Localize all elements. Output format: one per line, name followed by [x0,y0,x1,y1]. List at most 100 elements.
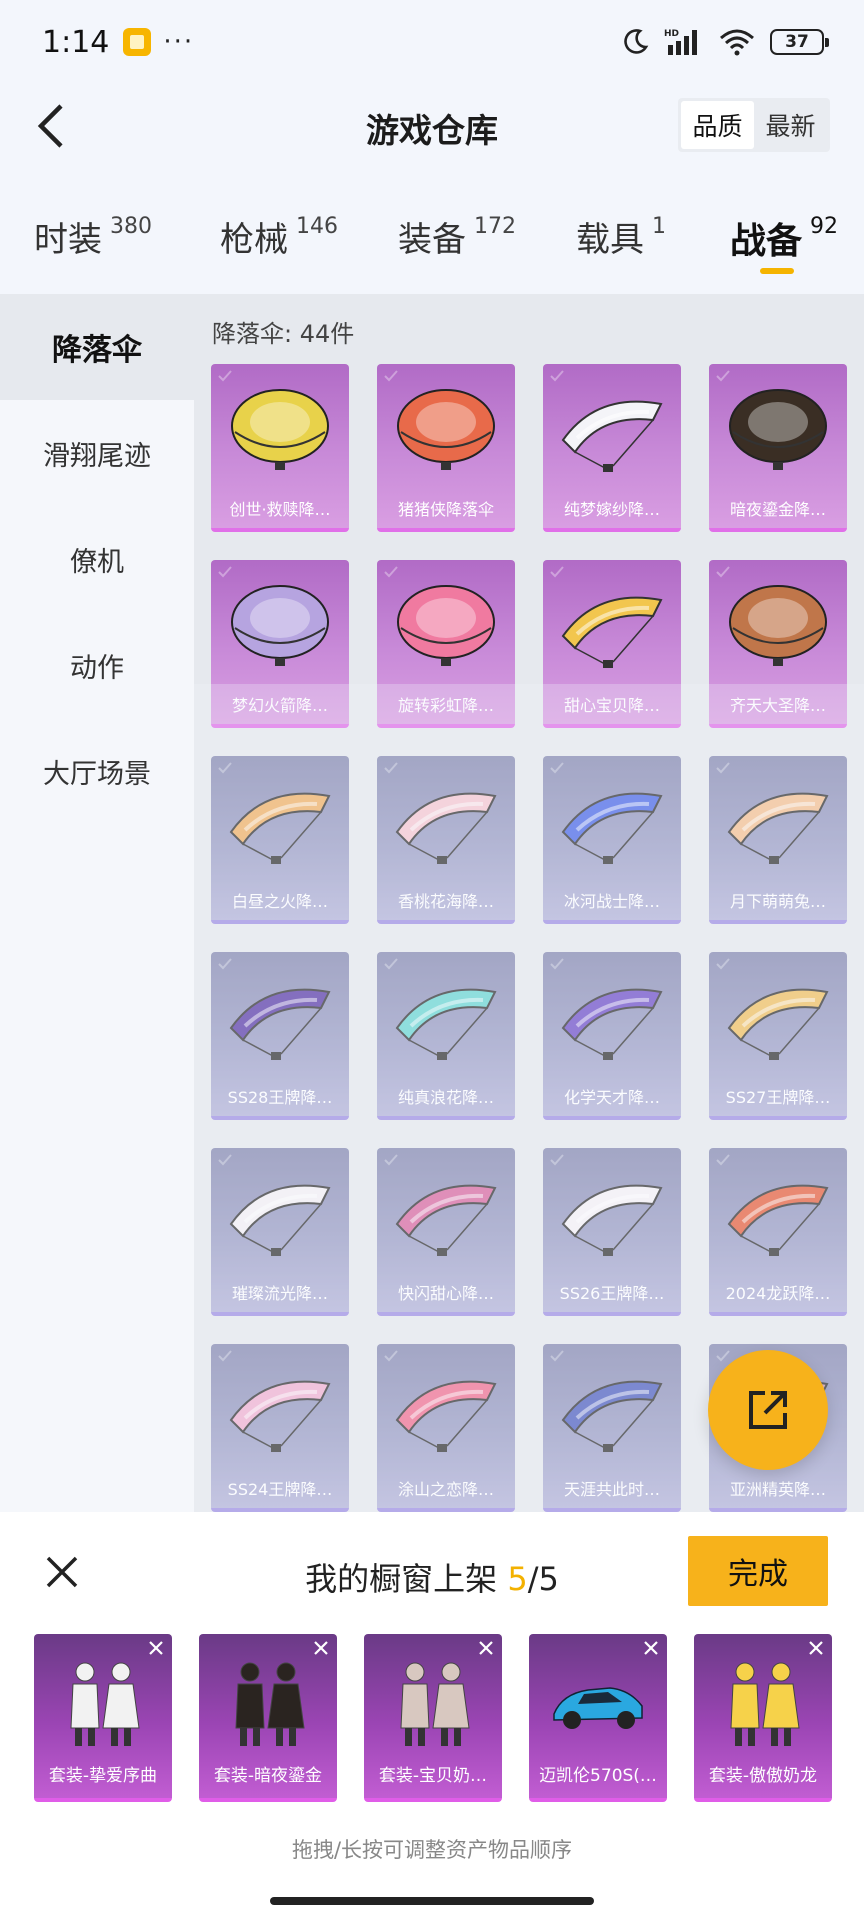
parachute-card[interactable]: 旋转彩虹降… [377,560,515,728]
tab-label: 时装 [34,220,102,260]
parachute-card[interactable]: SS26王牌降… [543,1148,681,1316]
tab-guns[interactable]: 枪械 146 [220,212,338,261]
parachute-name: 甜心宝贝降… [563,696,660,715]
parachute-name: 纯真浪花降… [397,1088,494,1107]
showcase-sheet: 我的橱窗上架 5/5 完成 套装-挚爱序曲 套装-暗夜鎏金 套装-宝贝奶… 迈凯伦57… [0,1512,864,1920]
parachute-name: SS28王牌降… [227,1088,333,1107]
parachute-icon [229,988,331,1060]
outfit-couple-white-icon [70,1662,140,1746]
moon-icon [624,29,649,54]
showcase-item-name: 套装-挚爱序曲 [48,1766,158,1786]
parachute-icon [397,389,495,470]
parachute-name: 香桃花海降… [397,892,494,911]
parachute-card[interactable]: 天涯共此时… [543,1344,681,1512]
home-indicator[interactable] [270,1897,594,1905]
tab-count: 146 [296,214,338,239]
parachute-icon [561,400,663,472]
outfit-couple-cream-icon [400,1662,470,1746]
tab-equipment[interactable]: 装备 172 [398,212,516,261]
sort-toggle: 品质 最新 [678,98,830,152]
tab-label: 战备 [730,221,803,262]
showcase-item-name: 迈凯伦570S(… [539,1766,657,1786]
parachute-card[interactable]: 甜心宝贝降… [543,560,681,728]
parachute-name: 快闪甜心降… [397,1284,494,1303]
sidebar: 降落伞 滑翔尾迹 僚机 动作 大厅场景 [0,294,194,1514]
status-bar: 1:14 ··· HD 37 [0,0,864,84]
parachute-name: 旋转彩虹降… [397,696,494,715]
showcase-item-name: 套装-暗夜鎏金 [213,1766,323,1786]
parachute-card[interactable]: 创世·救赎降… [211,364,349,532]
parachute-card[interactable]: SS28王牌降… [211,952,349,1120]
sort-latest-button[interactable]: 最新 [754,101,827,149]
active-tab-indicator [760,268,794,274]
parachute-card[interactable]: 冰河战士降… [543,756,681,924]
category-tabs: 时装 380 枪械 146 装备 172 载具 1 战备 92 [0,196,864,292]
parachute-icon [727,988,829,1060]
parachute-name: 2024龙跃降… [725,1284,831,1303]
showcase-item-name: 套装-傲傲奶龙 [708,1766,818,1786]
svg-text:HD: HD [664,29,679,39]
parachute-card[interactable]: 香桃花海降… [377,756,515,924]
parachute-icon [561,1184,663,1256]
showcase-item[interactable]: 套装-暗夜鎏金 [199,1634,337,1802]
parachute-card[interactable]: 暗夜鎏金降… [709,364,847,532]
parachute-card[interactable]: 2024龙跃降… [709,1148,847,1316]
parachute-card[interactable]: 梦幻火箭降… [211,560,349,728]
parachute-card[interactable]: 璀璨流光降… [211,1148,349,1316]
tab-count: 92 [810,214,839,239]
more-notifications-icon: ··· [163,27,195,57]
showcase-item-name: 套装-宝贝奶… [378,1766,488,1786]
parachute-card[interactable]: 快闪甜心降… [377,1148,515,1316]
wifi-icon [720,29,754,56]
parachute-icon [395,1184,497,1256]
tab-fashion[interactable]: 时装 380 [34,212,152,261]
parachute-name: 猪猪侠降落伞 [397,500,494,519]
parachute-card[interactable]: 化学天才降… [543,952,681,1120]
parachute-card[interactable]: 白昼之火降… [211,756,349,924]
parachute-card[interactable]: SS27王牌降… [709,952,847,1120]
parachute-name: 月下萌萌兔… [729,892,826,911]
parachute-icon [231,585,329,666]
sidebar-item-emote[interactable]: 动作 [0,612,194,718]
parachute-card[interactable]: 纯梦嫁纱降… [543,364,681,532]
parachute-name: 化学天才降… [563,1088,660,1107]
parachute-icon [395,988,497,1060]
parachute-card[interactable]: 涂山之恋降… [377,1344,515,1512]
parachute-name: 璀璨流光降… [231,1284,328,1303]
parachute-card[interactable]: 纯真浪花降… [377,952,515,1120]
showcase-item[interactable]: 迈凯伦570S(… [529,1634,667,1802]
parachute-name: 冰河战士降… [563,892,660,911]
parachute-icon [395,1380,497,1452]
sidebar-item-glide-trail[interactable]: 滑翔尾迹 [0,400,194,506]
showcase-item[interactable]: 套装-宝贝奶… [364,1634,502,1802]
showcase-item[interactable]: 套装-挚爱序曲 [34,1634,172,1802]
tab-vehicles[interactable]: 载具 1 [576,212,666,261]
status-time: 1:14 [42,24,110,60]
showcase-item[interactable]: 套装-傲傲奶龙 [694,1634,832,1802]
parachute-card[interactable]: 月下萌萌兔… [709,756,847,924]
parachute-icon [229,792,331,864]
tab-label: 枪械 [220,220,288,260]
parachute-icon [729,585,827,666]
parachute-icon [229,1380,331,1452]
tab-label: 载具 [576,220,644,260]
parachute-icon [727,792,829,864]
sidebar-item-lobby-scene[interactable]: 大厅场景 [0,718,194,824]
parachute-icon [729,389,827,470]
parachute-card[interactable]: 猪猪侠降落伞 [377,364,515,532]
tab-combat-gear[interactable]: 战备 92 [730,212,838,264]
sort-quality-button[interactable]: 品质 [681,101,754,149]
parachute-name: 梦幻火箭降… [231,696,328,715]
done-button[interactable]: 完成 [688,1536,828,1606]
parachute-card[interactable]: SS24王牌降… [211,1344,349,1512]
parachute-card[interactable]: 齐天大圣降… [709,560,847,728]
parachute-icon [561,1380,663,1452]
share-button[interactable] [708,1350,828,1470]
sidebar-item-wingman[interactable]: 僚机 [0,506,194,612]
parachute-icon [395,792,497,864]
parachute-icon [727,1184,829,1256]
notification-app-icon [123,28,152,56]
tab-count: 380 [110,214,152,239]
parachute-name: 亚洲精英降… [729,1480,826,1499]
sidebar-item-parachute[interactable]: 降落伞 [0,294,194,400]
